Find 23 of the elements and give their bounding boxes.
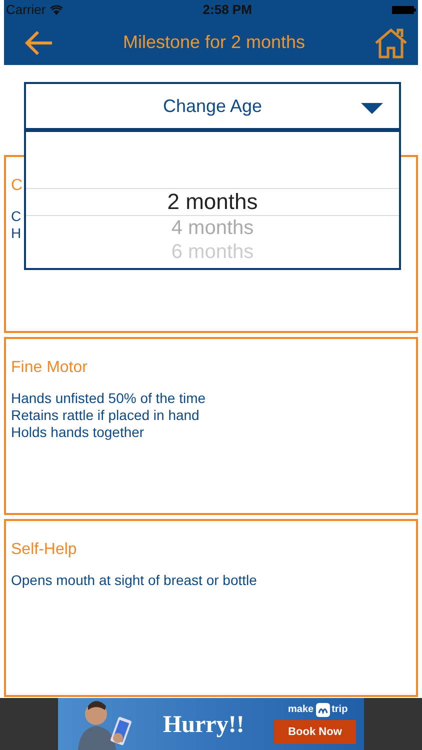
section-title: C — [11, 177, 23, 194]
milestone-text: Hands unfisted 50% of the time — [11, 390, 206, 407]
back-arrow-icon[interactable] — [24, 30, 54, 56]
milestone-text: C — [11, 208, 22, 225]
milestone-text: Opens mouth at sight of breast or bottle — [11, 572, 257, 589]
brand-text: trip — [332, 703, 348, 717]
dropdown-label[interactable]: Change Age — [162, 92, 262, 120]
section-title: Self-Help — [11, 541, 77, 558]
age-option[interactable]: 2 months — [26, 188, 399, 216]
carrier-text: Carrier — [6, 1, 46, 20]
home-icon[interactable] — [374, 26, 408, 58]
caret-icon[interactable] — [361, 103, 383, 114]
ad-headline: Hurry!! — [163, 711, 244, 740]
wifi-icon — [50, 5, 63, 15]
status-time: 2:58 PM — [202, 1, 252, 20]
milestone-text: H — [11, 225, 22, 242]
brand-text: make — [288, 703, 314, 717]
section-title: Fine Motor — [11, 359, 88, 376]
milestone-text: Holds hands together — [11, 424, 144, 441]
battery-icon — [392, 5, 416, 15]
milestone-text: Retains rattle if placed in hand — [11, 407, 200, 424]
screen-title: Milestone for 2 months — [122, 31, 306, 54]
book-now-button[interactable]: Book Now — [274, 720, 356, 744]
